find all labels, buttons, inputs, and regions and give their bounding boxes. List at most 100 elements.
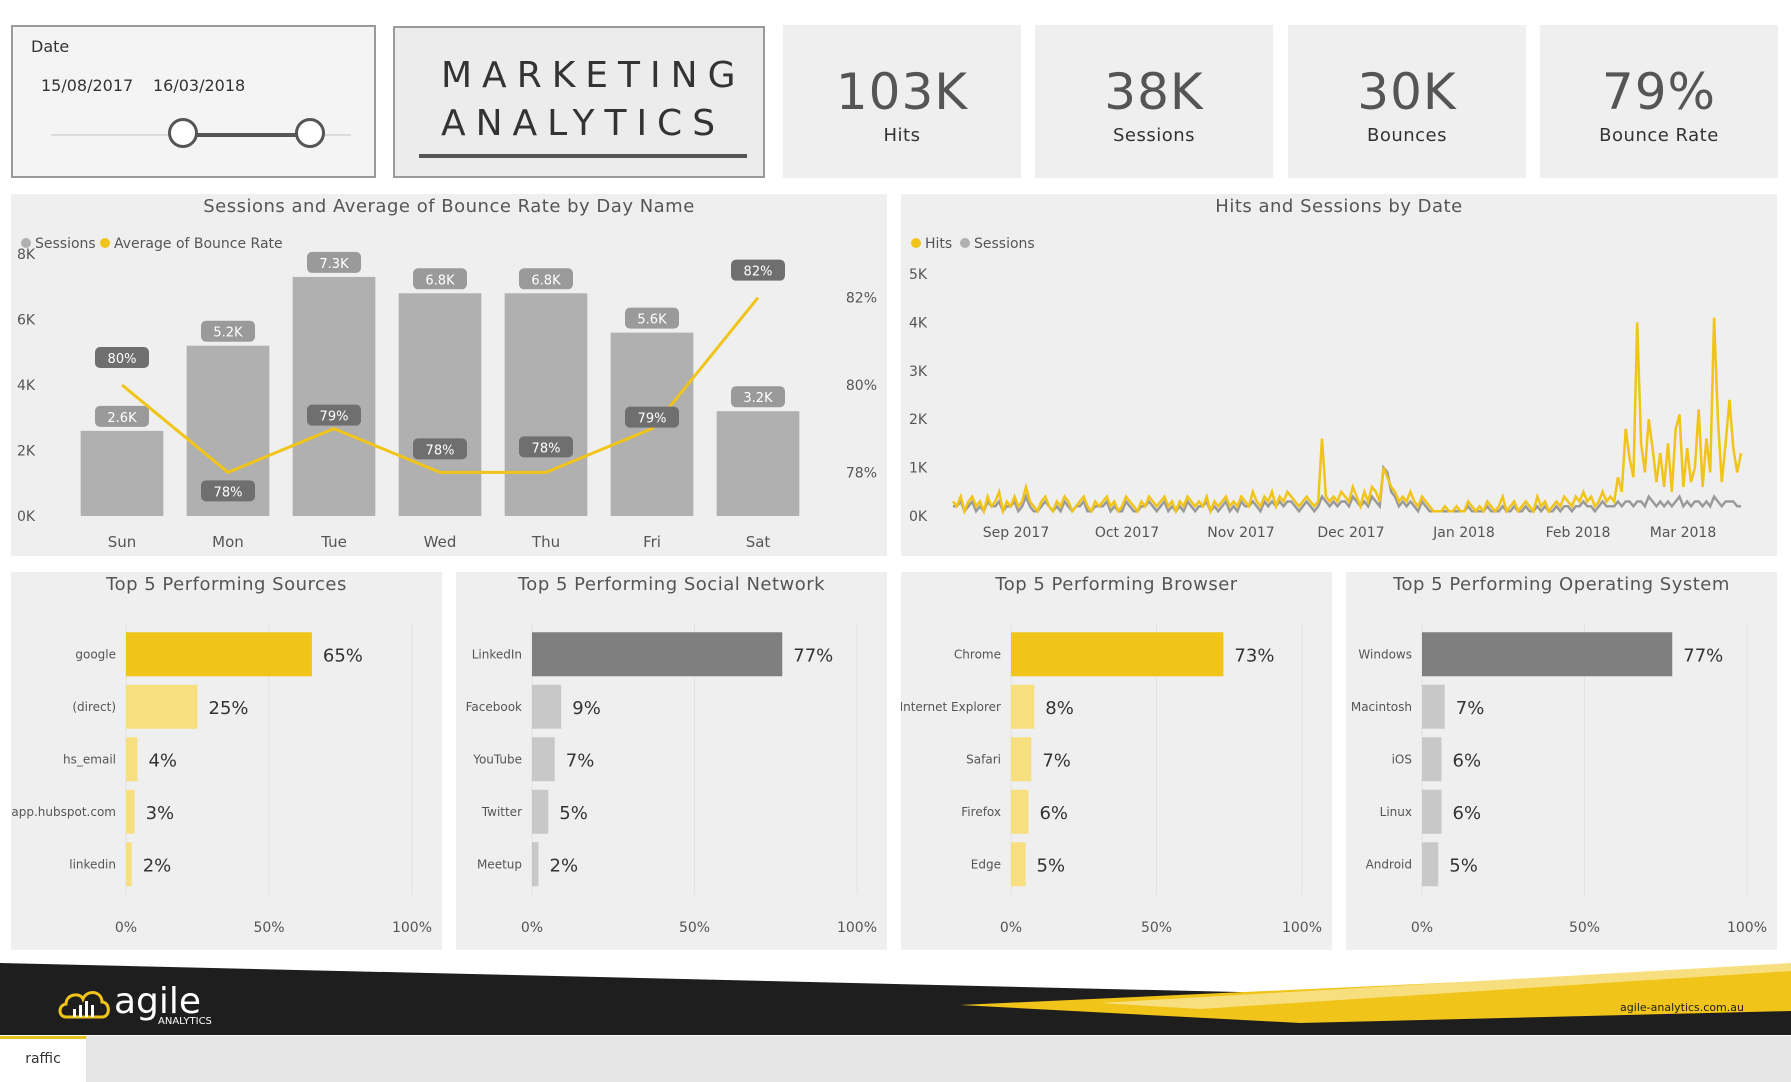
bar-data-label: 5% <box>559 803 588 824</box>
y-tick-label: 0K <box>909 509 928 525</box>
category-label: YouTube <box>472 752 522 766</box>
bar-data-label: 73% <box>1234 645 1274 666</box>
bar <box>126 842 132 887</box>
bar-data-label: 77% <box>1683 645 1723 666</box>
bar-data-label: 5.2K <box>213 326 243 341</box>
page-tab-bar <box>86 1036 1791 1082</box>
tab-traffic[interactable]: raffic <box>0 1036 86 1082</box>
x-tick-label: Thu <box>531 533 560 551</box>
category-label: hs_email <box>63 752 116 766</box>
bar <box>532 632 783 677</box>
bar <box>532 842 539 887</box>
bar <box>532 789 549 834</box>
kpi-bounces: 30K Bounces <box>1288 25 1526 178</box>
date-slicer[interactable]: Date 15/08/2017 16/03/2018 <box>11 25 376 178</box>
category-label: Internet Explorer <box>901 700 1001 714</box>
bar-data-label: 7% <box>1042 750 1071 771</box>
bar-sessions <box>398 293 482 516</box>
bar-data-label: 8% <box>1045 698 1074 719</box>
bar-data-label: 7% <box>1456 698 1485 719</box>
legend-hits-label: Hits <box>925 236 952 252</box>
bar-sessions <box>80 430 164 516</box>
bar-data-label: 6% <box>1453 803 1482 824</box>
chart-date-panel: Hits and Sessions by Date Hits Sessions 0K… <box>901 194 1777 556</box>
x-tick-label: 50% <box>679 920 710 936</box>
kpi-hits-label: Hits <box>883 125 921 146</box>
slider-handle-start[interactable] <box>168 118 198 148</box>
bar-sessions <box>292 276 376 516</box>
category-label: Chrome <box>954 647 1001 661</box>
y-tick-label: 0K <box>17 509 36 525</box>
kpi-bounce-rate-label: Bounce Rate <box>1599 125 1719 146</box>
bar <box>1011 789 1029 834</box>
category-label: (direct) <box>72 700 116 714</box>
x-tick-label: 0% <box>115 920 137 936</box>
kpi-hits-value: 103K <box>835 63 969 121</box>
legend-sessions-label: Sessions <box>974 236 1035 252</box>
chart-sources-panel: Top 5 Performing Sources 0% 50% 100% google… <box>11 572 442 950</box>
x-tick-label: 50% <box>1141 920 1172 936</box>
x-tick-label: Wed <box>424 533 457 551</box>
y-tick-label: 6K <box>17 313 36 329</box>
bar-data-label: 6.8K <box>531 273 561 288</box>
bar <box>532 737 555 782</box>
chart-browser-panel: Top 5 Performing Browser 0% 50% 100% Chrome… <box>901 572 1332 950</box>
y-tick-label: 8K <box>17 247 36 263</box>
footer-banner: agile ANALYTICS agile-analytics.com.au <box>0 963 1791 1035</box>
category-label: iOS <box>1392 752 1412 766</box>
bar-data-label: 5.6K <box>637 313 667 328</box>
date-end-input[interactable]: 16/03/2018 <box>153 76 245 95</box>
chart-browser-svg: 0% 50% 100% Chrome 73% Internet Explorer 8% Saf… <box>901 624 1322 936</box>
category-label: google <box>75 647 116 661</box>
bar <box>126 789 135 834</box>
y-tick-label: 4K <box>17 378 36 394</box>
x-tick-label: 100% <box>392 920 432 936</box>
kpi-bounce-rate-value: 79% <box>1601 63 1717 121</box>
chart-date-svg: Hits Sessions 0K 1K 2K 3K 4K 5K Sep 2017 Oct 2017… <box>909 236 1743 541</box>
bar <box>1422 789 1442 834</box>
kpi-bounce-rate: 79% Bounce Rate <box>1540 25 1778 178</box>
bar-data-label: 3% <box>146 803 175 824</box>
y2-tick-label: 78% <box>846 465 877 481</box>
category-label: Android <box>1366 857 1412 871</box>
footer-brand-sub: ANALYTICS <box>158 1016 212 1027</box>
bar-data-label: 7% <box>566 750 595 771</box>
date-start-input[interactable]: 15/08/2017 <box>41 76 133 95</box>
footer-url[interactable]: agile-analytics.com.au <box>1620 1001 1744 1014</box>
category-label: Meetup <box>477 857 522 871</box>
x-tick-label: Jan 2018 <box>1432 525 1495 541</box>
x-tick-label: 0% <box>1411 920 1433 936</box>
x-tick-label: 0% <box>1000 920 1022 936</box>
slider-handle-end[interactable] <box>295 118 325 148</box>
bar <box>1422 632 1673 677</box>
x-tick-label: Mon <box>212 533 244 551</box>
dashboard-title: MARKETING ANALYTICS <box>393 26 765 178</box>
bar <box>1422 737 1442 782</box>
kpi-hits: 103K Hits <box>783 25 1021 178</box>
x-tick-label: Fri <box>643 533 661 551</box>
category-label: Macintosh <box>1351 700 1412 714</box>
bar <box>126 632 312 677</box>
category-label: Windows <box>1358 647 1412 661</box>
category-label: linkedin <box>69 857 116 871</box>
title-line-2: ANALYTICS <box>441 103 726 144</box>
bar-data-label: 5% <box>1037 855 1066 876</box>
bar-data-label: 65% <box>323 645 363 666</box>
y-tick-label: 1K <box>909 461 928 477</box>
line-data-label: 82% <box>744 265 773 280</box>
line-data-label: 79% <box>320 410 349 425</box>
x-tick-label: 50% <box>253 920 284 936</box>
legend-bounce-label: Average of Bounce Rate <box>114 236 283 252</box>
x-tick-label: 100% <box>1727 920 1767 936</box>
x-tick-label: Dec 2017 <box>1317 525 1384 541</box>
x-tick-label: Oct 2017 <box>1095 525 1159 541</box>
legend-bounce-marker <box>100 238 110 248</box>
kpi-sessions-label: Sessions <box>1112 125 1196 146</box>
bar-data-label: 3.2K <box>743 391 773 406</box>
bar <box>1011 737 1032 782</box>
y-tick-label: 2K <box>909 412 928 428</box>
bar-data-label: 2.6K <box>107 411 137 426</box>
x-tick-label: Sat <box>746 533 771 551</box>
category-label: Safari <box>966 752 1001 766</box>
legend-sessions-label: Sessions <box>35 236 96 252</box>
